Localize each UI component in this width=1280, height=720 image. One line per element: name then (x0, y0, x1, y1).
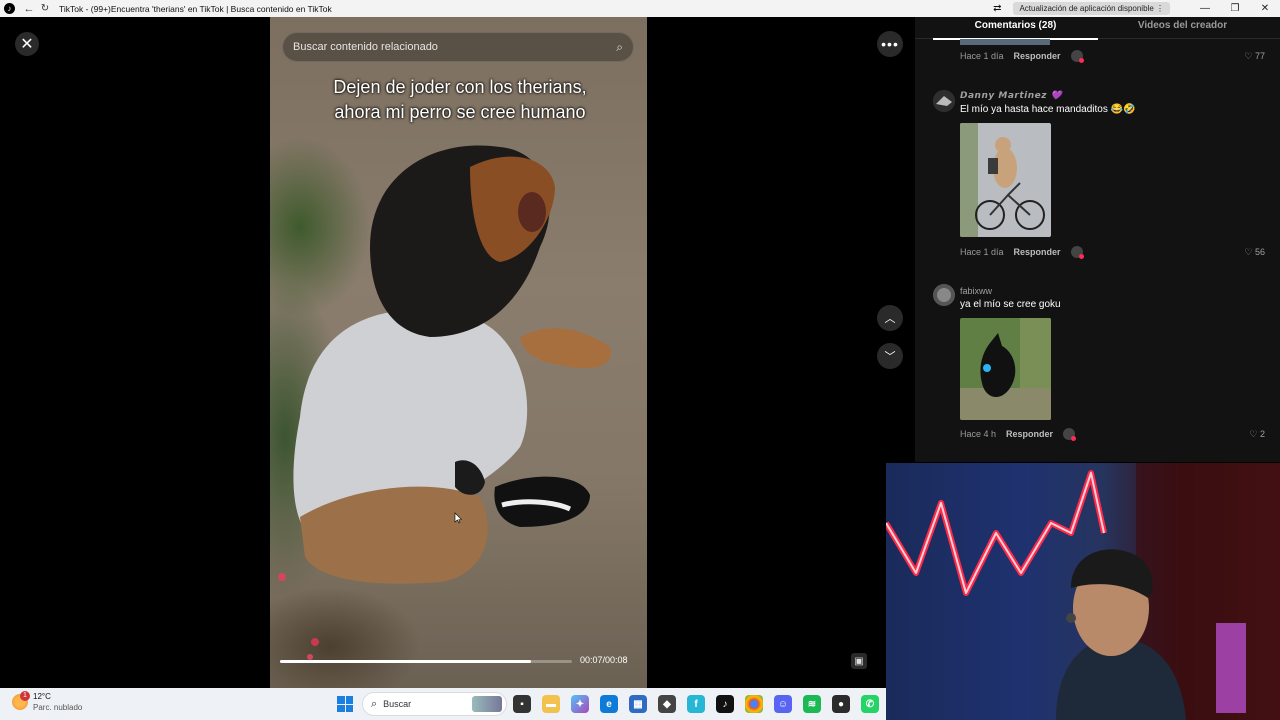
video-timecode: 00:07/00:08 (580, 655, 628, 665)
weather-sun-icon: 1 (12, 691, 30, 710)
chevron-down-icon: ﹀ (884, 351, 896, 363)
store-icon[interactable]: ▦ (629, 695, 647, 713)
edge-icon[interactable]: e (600, 695, 618, 713)
task-view-icon[interactable]: ▪ (513, 695, 531, 713)
close-window-button[interactable]: ✕ (1250, 3, 1280, 14)
whatsapp-icon[interactable]: ✆ (861, 695, 879, 713)
like-button[interactable]: ♡ 56 (1244, 247, 1265, 258)
mouse-cursor-icon (454, 512, 462, 524)
comment-image[interactable] (960, 318, 1051, 420)
avatar-image (933, 90, 955, 112)
reply-button[interactable]: Responder (1006, 429, 1053, 439)
translate-icon[interactable]: ⇄ (993, 3, 1001, 14)
notification-badge: 1 (20, 691, 30, 701)
related-search-placeholder: Buscar contenido relacionado (293, 41, 438, 53)
creator-liked-badge (1063, 428, 1077, 441)
avatar[interactable] (933, 90, 955, 112)
webcam-feed (886, 463, 1280, 720)
comment-image[interactable] (960, 123, 1051, 237)
comment-time: Hace 1 día (960, 51, 1004, 61)
creator-liked-badge (1070, 50, 1084, 63)
next-video-button[interactable]: ﹀ (877, 343, 903, 369)
comment-time: Hace 1 día (960, 247, 1004, 257)
heart-icon: ♡ (1249, 429, 1258, 439)
comment-meta: Hace 4 h Responder (960, 428, 1077, 441)
browser-titlebar: ♪ ← ↻ TikTok - (99+)Encuentra 'therians'… (0, 0, 1280, 17)
previous-comment-image[interactable] (960, 39, 1050, 45)
reply-button[interactable]: Responder (1014, 247, 1061, 257)
previous-video-button[interactable]: ︿ (877, 305, 903, 331)
comment-username[interactable]: fabixww (960, 286, 992, 296)
tab-creator-videos[interactable]: Videos del creador (1115, 20, 1250, 31)
update-available-button[interactable]: Actualización de aplicación disponible ⋮ (1013, 2, 1170, 15)
window-title: TikTok - (99+)Encuentra 'therians' en Ti… (59, 3, 332, 14)
file-explorer-icon[interactable]: ▬ (542, 695, 560, 713)
game-app-icon[interactable]: ● (832, 695, 850, 713)
blue-app-icon[interactable]: f (687, 695, 705, 713)
reply-button[interactable]: Responder (1014, 51, 1061, 61)
chrome-icon[interactable] (745, 695, 763, 713)
like-button[interactable]: ♡ 2 (1249, 429, 1265, 440)
avatar[interactable] (933, 284, 955, 306)
more-options-button[interactable]: ••• (877, 31, 903, 57)
comment-username[interactable]: 𝘿𝙖𝙣𝙣𝙮 𝙈𝙖𝙧𝙩𝙞𝙣𝙚𝙯 💜 (960, 91, 1062, 101)
comments-tabs: Comentarios (28) Videos del creador (915, 17, 1280, 40)
video-progress-bar[interactable] (280, 660, 572, 663)
creator-liked-badge (1070, 246, 1084, 259)
webcam-overlay (886, 463, 1280, 720)
search-icon: ⌕ (371, 697, 378, 710)
close-icon: ✕ (20, 36, 34, 53)
restore-button[interactable]: ❐ (1220, 3, 1250, 14)
video-player[interactable]: Buscar contenido relacionado ⌕ Dejen de … (270, 17, 647, 688)
close-video-button[interactable]: ✕ (15, 32, 39, 56)
more-icon: ••• (881, 36, 899, 52)
minimize-button[interactable]: — (1190, 3, 1220, 14)
comment-time: Hace 4 h (960, 429, 997, 439)
weather-temperature: 12°C (33, 692, 51, 701)
update-notice-label: Actualización de aplicación disponible (1019, 4, 1154, 13)
windows-taskbar: 1 12°C Parc. nublado ⌕ Buscar ▪ ▬ ✦ e ▦ … (0, 688, 886, 720)
copilot-icon[interactable]: ✦ (571, 695, 589, 713)
mini-player-icon[interactable]: ▣ (851, 653, 867, 669)
comment-image-black-dog (960, 318, 1051, 420)
tiktok-icon[interactable]: ♪ (716, 695, 734, 713)
titlebar-controls: ⇄ Actualización de aplicación disponible… (993, 0, 1280, 17)
like-count: 2 (1259, 429, 1265, 439)
comment-meta: Hace 1 día Responder (960, 50, 1084, 63)
comment-meta: Hace 1 día Responder (960, 246, 1084, 259)
video-caption: Dejen de joder con los therians, ahora m… (333, 77, 587, 122)
video-progress-fill (280, 660, 532, 663)
taskbar-search-input[interactable]: ⌕ Buscar (362, 692, 507, 716)
start-button[interactable] (337, 696, 353, 712)
like-count: 77 (1254, 51, 1265, 61)
back-arrow-icon[interactable]: ← (23, 3, 35, 15)
comments-panel: Comentarios (28) Videos del creador Hace… (915, 17, 1280, 462)
tiktok-app-icon: ♪ (4, 3, 15, 14)
discord-icon[interactable]: ☺ (774, 695, 792, 713)
comment-text: El mío ya hasta hace mandaditos 😂🤣 (960, 104, 1136, 115)
heart-icon: ♡ (1244, 51, 1253, 61)
weather-text: 12°C Parc. nublado (33, 691, 82, 713)
like-button[interactable]: ♡ 77 (1244, 51, 1265, 62)
chevron-up-icon: ︿ (884, 313, 896, 325)
tab-comments[interactable]: Comentarios (28) (933, 20, 1098, 31)
spotify-icon[interactable]: ≋ (803, 695, 821, 713)
heart-icon: ♡ (1244, 247, 1253, 257)
search-icon[interactable]: ⌕ (616, 40, 623, 55)
taskbar-apps: ▪ ▬ ✦ e ▦ ◆ f ♪ ☺ ≋ ● ✆ (513, 695, 879, 713)
comment-text: ya el mío se cree goku (960, 299, 1061, 310)
reload-icon[interactable]: ↻ (39, 3, 51, 15)
avatar-image (933, 284, 955, 306)
related-search-input[interactable]: Buscar contenido relacionado ⌕ (282, 32, 634, 62)
tiktok-window: ♪ ← ↻ TikTok - (99+)Encuentra 'therians'… (0, 0, 1280, 720)
like-count: 56 (1254, 247, 1265, 257)
search-highlight-image (472, 696, 502, 712)
weather-condition: Parc. nublado (33, 703, 83, 712)
weather-widget[interactable]: 1 12°C Parc. nublado (12, 691, 82, 713)
cube-app-icon[interactable]: ◆ (658, 695, 676, 713)
taskbar-search-label: Buscar (383, 699, 412, 709)
comment-image-dog-bike (960, 123, 1051, 237)
